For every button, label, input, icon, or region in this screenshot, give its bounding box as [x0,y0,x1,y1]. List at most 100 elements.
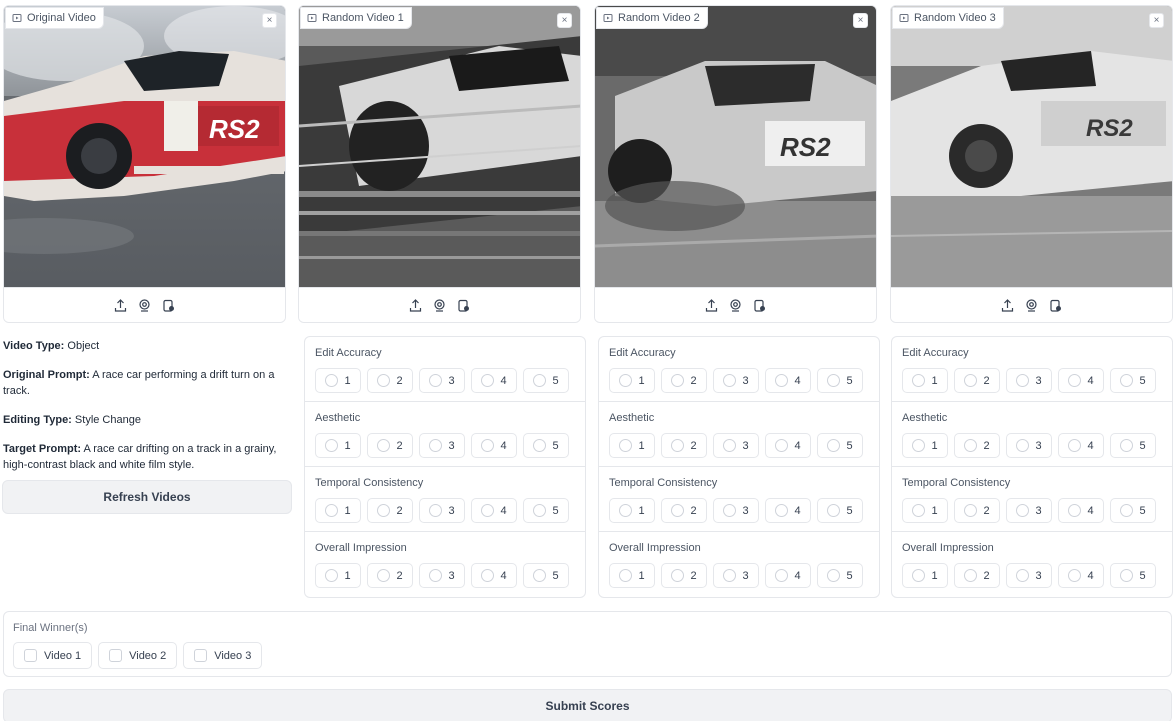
radio-button[interactable] [775,504,789,517]
rating-option[interactable]: 2 [954,563,1000,588]
webcam-icon[interactable] [1025,298,1039,312]
random-video-3-player[interactable]: RS2 [891,6,1172,289]
rating-option[interactable]: 3 [1006,433,1052,458]
rating-option[interactable]: 5 [1110,563,1156,588]
upload-icon[interactable] [705,298,719,312]
rating-option[interactable]: 4 [1058,368,1104,393]
radio-button[interactable] [827,504,841,517]
rating-option[interactable]: 4 [1058,563,1104,588]
rating-option[interactable]: 3 [419,498,465,523]
radio-button[interactable] [964,439,978,452]
close-icon[interactable]: × [853,13,868,28]
radio-button[interactable] [481,504,495,517]
radio-button[interactable] [1068,374,1082,387]
radio-button[interactable] [481,439,495,452]
rating-option[interactable]: 3 [713,563,759,588]
radio-button[interactable] [1068,439,1082,452]
submit-scores-button[interactable]: Submit Scores [3,689,1172,721]
clipboard-icon[interactable] [1049,298,1063,312]
radio-button[interactable] [671,569,685,582]
radio-button[interactable] [377,374,391,387]
rating-option[interactable]: 1 [315,563,361,588]
rating-option[interactable]: 3 [1006,368,1052,393]
rating-option[interactable]: 5 [817,368,863,393]
rating-option[interactable]: 2 [367,433,413,458]
rating-option[interactable]: 2 [367,498,413,523]
radio-button[interactable] [619,504,633,517]
rating-option[interactable]: 5 [817,498,863,523]
rating-option[interactable]: 5 [817,433,863,458]
radio-button[interactable] [775,569,789,582]
rating-option[interactable]: 4 [471,433,517,458]
rating-option[interactable]: 4 [471,498,517,523]
radio-button[interactable] [1120,374,1134,387]
rating-option[interactable]: 1 [902,368,948,393]
webcam-icon[interactable] [138,298,152,312]
radio-button[interactable] [671,439,685,452]
radio-button[interactable] [533,569,547,582]
radio-button[interactable] [429,439,443,452]
rating-option[interactable]: 4 [1058,498,1104,523]
rating-option[interactable]: 1 [315,498,361,523]
radio-button[interactable] [964,569,978,582]
random-video-2-player[interactable]: RS2 [595,6,876,289]
rating-option[interactable]: 4 [765,433,811,458]
rating-option[interactable]: 4 [765,563,811,588]
radio-button[interactable] [325,374,339,387]
rating-option[interactable]: 1 [902,563,948,588]
rating-option[interactable]: 2 [661,433,707,458]
radio-button[interactable] [912,374,926,387]
rating-option[interactable]: 2 [954,498,1000,523]
radio-button[interactable] [723,569,737,582]
radio-button[interactable] [533,504,547,517]
close-icon[interactable]: × [1149,13,1164,28]
radio-button[interactable] [377,439,391,452]
winner-option-video-2[interactable]: Video 2 [98,642,178,669]
rating-option[interactable]: 3 [713,368,759,393]
rating-option[interactable]: 3 [419,433,465,458]
radio-button[interactable] [912,569,926,582]
radio-button[interactable] [481,374,495,387]
radio-button[interactable] [964,504,978,517]
radio-button[interactable] [1120,504,1134,517]
radio-button[interactable] [912,439,926,452]
radio-button[interactable] [827,439,841,452]
winner-option-video-3[interactable]: Video 3 [183,642,263,669]
rating-option[interactable]: 5 [817,563,863,588]
original-video-player[interactable]: RS2 [4,6,285,289]
upload-icon[interactable] [409,298,423,312]
radio-button[interactable] [533,374,547,387]
radio-button[interactable] [429,374,443,387]
rating-option[interactable]: 4 [471,563,517,588]
checkbox[interactable] [109,649,123,662]
rating-option[interactable]: 1 [902,498,948,523]
rating-option[interactable]: 1 [609,368,655,393]
upload-icon[interactable] [114,298,128,312]
radio-button[interactable] [1016,439,1030,452]
radio-button[interactable] [1068,504,1082,517]
rating-option[interactable]: 2 [661,563,707,588]
refresh-videos-button[interactable]: Refresh Videos [2,480,292,514]
rating-option[interactable]: 5 [523,498,569,523]
rating-option[interactable]: 1 [609,563,655,588]
rating-option[interactable]: 1 [315,433,361,458]
radio-button[interactable] [671,374,685,387]
webcam-icon[interactable] [433,298,447,312]
radio-button[interactable] [619,569,633,582]
radio-button[interactable] [723,374,737,387]
rating-option[interactable]: 4 [765,368,811,393]
radio-button[interactable] [964,374,978,387]
rating-option[interactable]: 1 [902,433,948,458]
rating-option[interactable]: 3 [419,563,465,588]
rating-option[interactable]: 2 [954,433,1000,458]
radio-button[interactable] [325,504,339,517]
radio-button[interactable] [775,439,789,452]
radio-button[interactable] [619,439,633,452]
radio-button[interactable] [619,374,633,387]
rating-option[interactable]: 5 [1110,498,1156,523]
rating-option[interactable]: 1 [315,368,361,393]
radio-button[interactable] [827,374,841,387]
rating-option[interactable]: 2 [954,368,1000,393]
radio-button[interactable] [1120,569,1134,582]
radio-button[interactable] [912,504,926,517]
